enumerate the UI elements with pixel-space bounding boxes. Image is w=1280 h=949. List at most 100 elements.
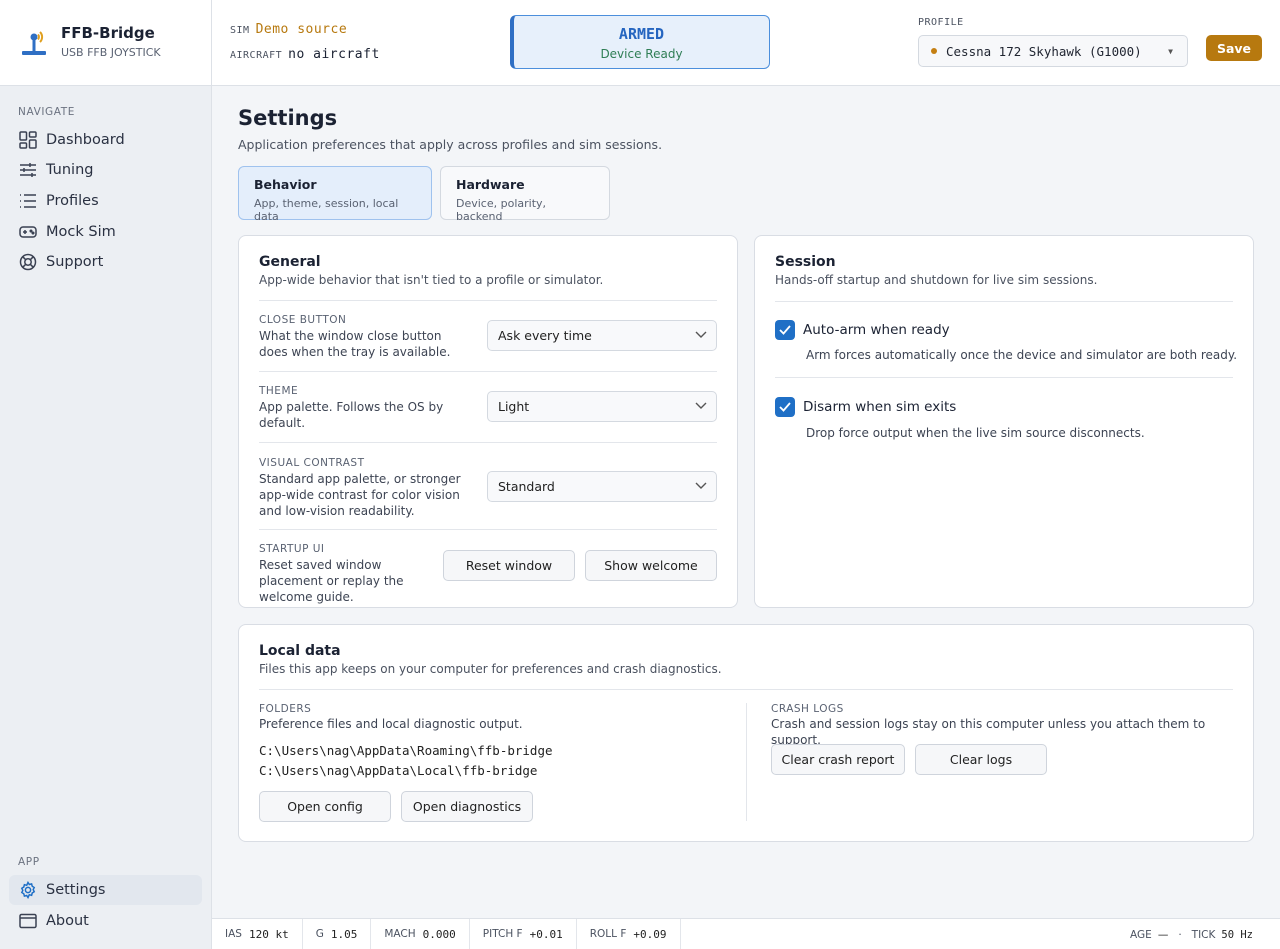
arm-status-button[interactable]: ARMED Device Ready <box>510 15 770 69</box>
sliders-icon <box>18 161 37 180</box>
mach-value: 0.000 <box>422 927 456 941</box>
age-value: — <box>1157 928 1169 941</box>
sidebar-item-label: Profiles <box>46 193 99 209</box>
roll-label: ROLL F <box>589 928 627 940</box>
auto-arm-label[interactable]: Auto-arm when ready <box>803 322 950 338</box>
local-path: C:\Users\nag\AppData\Local\ffb-bridge <box>259 763 538 778</box>
tab-sub: Device, polarity, backend <box>456 197 547 223</box>
select-value: Standard <box>498 479 555 494</box>
divider <box>259 442 717 443</box>
folders-desc: Preference files and local diagnostic ou… <box>259 717 523 731</box>
contrast-select[interactable]: Standard <box>487 471 717 502</box>
sidebar-item-profiles[interactable]: Profiles <box>9 186 202 216</box>
chevron-down-icon <box>695 331 707 338</box>
sim-value: Demo source <box>255 22 348 37</box>
arm-status-sub: Device Ready <box>600 47 683 61</box>
divider <box>259 689 1233 690</box>
ias-value: 120 kt <box>248 927 289 941</box>
disarm-label[interactable]: Disarm when sim exits <box>803 399 956 415</box>
auto-arm-checkbox[interactable] <box>775 320 795 340</box>
topbar: SIM Demo source AIRCRAFT no aircraft ARMED… <box>212 0 1280 86</box>
sidebar-item-settings[interactable]: Settings <box>9 875 202 905</box>
clear-logs-button[interactable]: Clear logs <box>915 744 1047 775</box>
general-title: General <box>259 254 321 270</box>
folders-label: FOLDERS <box>259 703 312 715</box>
disarm-checkbox[interactable] <box>775 397 795 417</box>
age-tick-readout: AGE — · TICK 50 Hz <box>1130 919 1253 949</box>
tab-label: Behavior <box>254 177 317 192</box>
show-welcome-button[interactable]: Show welcome <box>585 550 717 581</box>
nav-section-navigate: NAVIGATE <box>18 106 75 118</box>
startup-label: STARTUP UI <box>259 543 325 555</box>
divider <box>259 529 717 530</box>
disarm-desc: Drop force output when the live sim sour… <box>806 426 1145 440</box>
tick-value: 50 Hz <box>1221 928 1253 941</box>
chevron-down-icon: ▼ <box>1168 46 1173 56</box>
auto-arm-desc: Arm forces automatically once the device… <box>806 348 1238 362</box>
sidebar-item-support[interactable]: Support <box>9 247 202 277</box>
divider <box>775 377 1233 378</box>
sidebar-item-mock-sim[interactable]: Mock Sim <box>9 217 202 247</box>
tab-behavior[interactable]: Behavior App, theme, session, local data <box>238 166 432 223</box>
separator: · <box>1178 928 1182 941</box>
profile-dot-icon <box>931 48 937 54</box>
lifebuoy-icon <box>18 253 37 272</box>
sidebar: FFB-Bridge USB FFB JOYSTICK NAVIGATE Das… <box>0 0 212 949</box>
check-icon <box>779 325 791 335</box>
clear-crash-report-button[interactable]: Clear crash report <box>771 744 905 775</box>
tab-label: Hardware <box>456 177 525 192</box>
list-icon <box>18 192 37 211</box>
select-value: Ask every time <box>498 328 592 343</box>
tab-sub: App, theme, session, local data <box>254 197 399 223</box>
arm-status-title: ARMED <box>618 25 665 43</box>
status-bar: IAS 120 kt G 1.05 MACH 0.000 PITCH F +0.01 R… <box>212 918 1280 949</box>
save-button[interactable]: Save <box>1206 35 1262 61</box>
profile-label: PROFILE <box>918 17 964 28</box>
sidebar-item-label: Support <box>46 254 104 270</box>
sidebar-item-label: Mock Sim <box>46 224 116 240</box>
general-subtitle: App-wide behavior that isn't tied to a p… <box>259 273 604 287</box>
ias-readout: IAS 120 kt <box>212 918 303 949</box>
select-value: Light <box>498 399 530 414</box>
local-data-title: Local data <box>259 643 341 659</box>
profile-value: Cessna 172 Skyhawk (G1000) <box>946 43 1142 59</box>
dashboard-icon <box>18 131 37 150</box>
startup-desc: Reset saved window placement or replay t… <box>259 558 404 604</box>
g-label: G <box>315 928 324 940</box>
open-config-button[interactable]: Open config <box>259 791 391 822</box>
divider <box>259 300 717 301</box>
session-card: Session Hands-off startup and shutdown f… <box>754 235 1254 608</box>
sim-label: SIM <box>230 25 250 36</box>
sim-source-row: SIM Demo source <box>230 22 347 37</box>
pitch-readout: PITCH F +0.01 <box>470 918 577 949</box>
ias-label: IAS <box>225 928 242 940</box>
session-title: Session <box>775 254 836 270</box>
brand-name: FFB-Bridge <box>61 24 155 42</box>
sidebar-item-about[interactable]: About <box>9 906 202 936</box>
close-button-desc: What the window close button does when t… <box>259 329 451 359</box>
aircraft-label: AIRCRAFT <box>230 50 283 61</box>
sidebar-item-dashboard[interactable]: Dashboard <box>9 125 202 155</box>
chevron-down-icon <box>695 402 707 409</box>
open-diagnostics-button[interactable]: Open diagnostics <box>401 791 533 822</box>
general-card: General App-wide behavior that isn't tie… <box>238 235 738 608</box>
pitch-value: +0.01 <box>529 927 563 941</box>
local-data-card: Local data Files this app keeps on your … <box>238 624 1254 842</box>
aircraft-row: AIRCRAFT no aircraft <box>230 47 380 62</box>
tab-hardware[interactable]: Hardware Device, polarity, backend <box>440 166 610 223</box>
reset-window-button[interactable]: Reset window <box>443 550 575 581</box>
profile-select[interactable]: Cessna 172 Skyhawk (G1000) ▼ <box>918 35 1188 67</box>
chevron-down-icon <box>695 482 707 489</box>
g-readout: G 1.05 <box>303 918 372 949</box>
sidebar-item-tuning[interactable]: Tuning <box>9 155 202 185</box>
close-button-select[interactable]: Ask every time <box>487 320 717 351</box>
vertical-divider <box>746 703 747 821</box>
gamepad-icon <box>18 223 37 242</box>
g-value: 1.05 <box>330 927 358 941</box>
sidebar-item-label: Tuning <box>46 162 94 178</box>
check-icon <box>779 402 791 412</box>
theme-select[interactable]: Light <box>487 391 717 422</box>
crash-logs-label: CRASH LOGS <box>771 703 844 715</box>
brand: FFB-Bridge USB FFB JOYSTICK <box>0 0 212 86</box>
roll-value: +0.09 <box>633 927 667 941</box>
